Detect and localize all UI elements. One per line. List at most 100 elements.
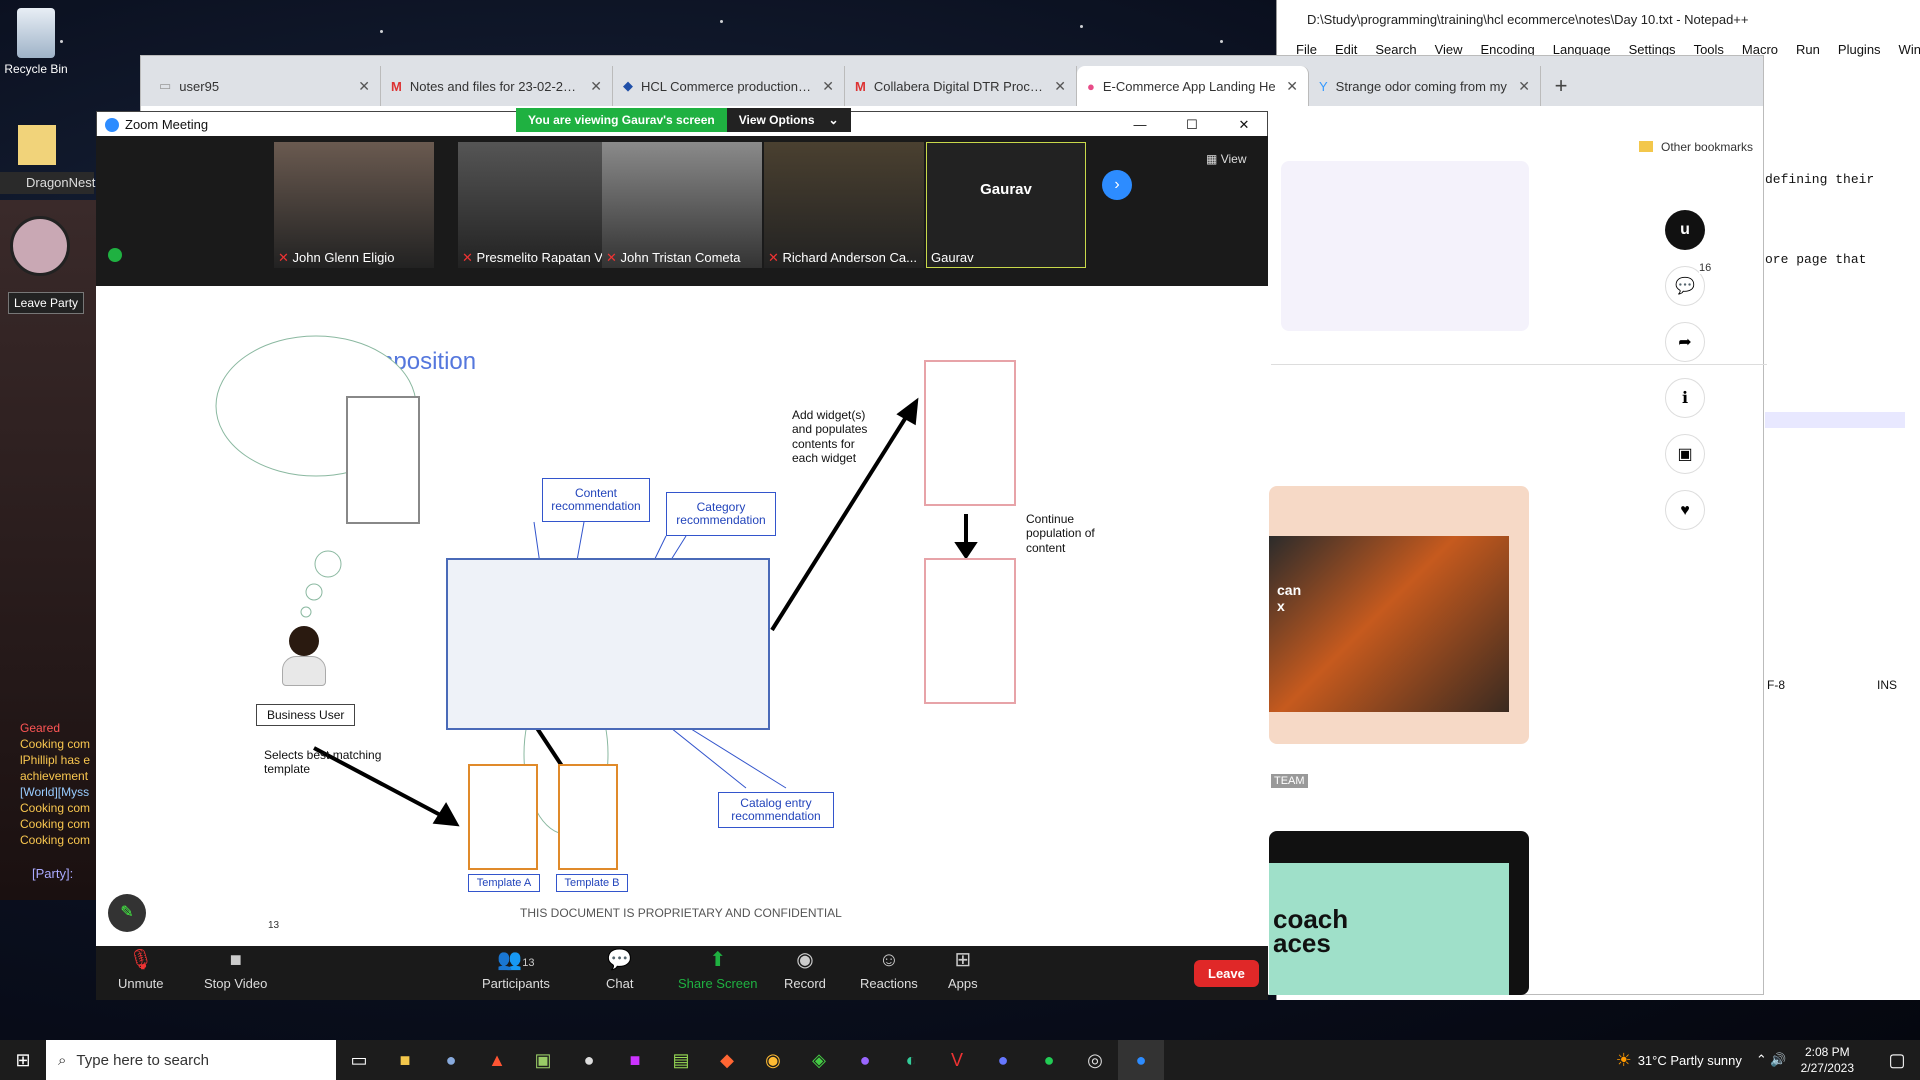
browser-tab-active[interactable]: ● E-Commerce App Landing He ✕ [1077, 66, 1309, 106]
participant-name: John Glenn Eligio [292, 250, 395, 265]
annotate-pen-button[interactable]: ✎ [108, 894, 146, 932]
business-user-label: Business User [256, 704, 356, 726]
apps-icon: ⊞ [954, 949, 972, 971]
chat-line: lPhillipl has e [20, 753, 91, 767]
dragonnest-tab[interactable]: DragonNest [0, 172, 95, 194]
participant-tile[interactable]: ✕ Presmelito Rapatan V... [458, 142, 618, 268]
app-icon[interactable]: ● [428, 1040, 474, 1080]
windows-start-icon[interactable]: ⊞ [0, 1040, 46, 1080]
close-icon[interactable]: ✕ [1286, 78, 1298, 95]
browser-tab[interactable]: M Collabera Digital DTR Process ✕ [845, 66, 1077, 106]
participant-name: Richard Anderson Ca... [782, 250, 917, 265]
close-icon[interactable]: ✕ [1054, 78, 1066, 95]
taskbar-search[interactable]: ⌕ Type here to search [46, 1040, 336, 1080]
annotation-count: 13 [268, 920, 280, 931]
apps-button[interactable]: ⊞ Apps [948, 948, 978, 991]
status-ins: INS [1877, 678, 1898, 692]
app-icon[interactable]: ● [566, 1040, 612, 1080]
game-overlay: Leave Party Geared Cooking com lPhillipl… [0, 200, 96, 900]
file-explorer-icon[interactable]: ■ [382, 1040, 428, 1080]
browser-tab[interactable]: ▭ user95 ✕ [149, 66, 381, 106]
heart-icon[interactable]: ♥ [1665, 490, 1705, 530]
discord-icon[interactable]: ● [980, 1040, 1026, 1080]
shared-slide: Page Composition Business User Selects b… [96, 286, 1268, 946]
leave-button[interactable]: Leave [1194, 960, 1259, 987]
close-icon[interactable]: ✕ [822, 78, 834, 95]
info-icon[interactable]: ℹ [1665, 378, 1705, 418]
menu-plugins[interactable]: Plugins [1829, 42, 1890, 57]
participant-tile[interactable]: ✕ John Glenn Eligio [274, 142, 434, 268]
maximize-icon[interactable]: ☐ [1169, 117, 1215, 133]
share-icon[interactable]: ➦ [1665, 322, 1705, 362]
viber-icon[interactable]: ● [842, 1040, 888, 1080]
zoom-icon[interactable]: ● [1118, 1040, 1164, 1080]
notification-icon[interactable]: ▢ [1874, 1040, 1920, 1080]
obs-icon[interactable]: ◎ [1072, 1040, 1118, 1080]
tab-title: Strange odor coming from my [1335, 78, 1507, 94]
close-icon[interactable]: ✕ [1221, 117, 1267, 133]
next-page-button[interactable]: › [1102, 170, 1132, 200]
close-icon[interactable]: ✕ [590, 78, 602, 95]
muted-mic-icon: ✕ [462, 250, 473, 265]
close-icon[interactable]: ✕ [1518, 78, 1530, 95]
chat-button[interactable]: 💬 Chat [606, 948, 633, 991]
other-bookmarks[interactable]: Other bookmarks [1661, 140, 1753, 154]
chat-line: Cooking com [20, 801, 91, 815]
collection-icon[interactable]: ▣ [1665, 434, 1705, 474]
browser-tab[interactable]: M Notes and files for 23-02-2023 ✕ [381, 66, 613, 106]
participants-label: Participants [482, 976, 550, 991]
shot-preview[interactable] [1281, 161, 1529, 331]
figma-icon[interactable]: ◆ [704, 1040, 750, 1080]
weather-text[interactable]: 31°C Partly sunny [1638, 1053, 1742, 1068]
notepadpp-icon[interactable]: ▤ [658, 1040, 704, 1080]
folder-icon[interactable] [18, 125, 56, 165]
menu-run[interactable]: Run [1787, 42, 1829, 57]
close-icon[interactable]: ✕ [358, 78, 370, 95]
template-b-label: Template B [556, 874, 628, 892]
photos-icon[interactable]: ▣ [520, 1040, 566, 1080]
chrome-icon[interactable]: ◉ [750, 1040, 796, 1080]
coach-shot[interactable]: coach aces [1269, 831, 1529, 995]
unmute-button[interactable]: 🎙 Unmute [118, 948, 164, 991]
participant-tile-active[interactable]: Gaurav Gaurav [926, 142, 1086, 268]
menu-window[interactable]: Window [1890, 42, 1920, 57]
participant-tile[interactable]: ✕ Richard Anderson Ca... [764, 142, 924, 268]
record-label: Record [784, 976, 826, 991]
chat-line: Cooking com [20, 737, 91, 751]
template-a-thumb [468, 764, 538, 870]
reactions-label: Reactions [860, 976, 918, 991]
edge-icon[interactable]: ◐ [888, 1040, 934, 1080]
new-tab-button[interactable]: + [1541, 66, 1581, 106]
clock[interactable]: 2:08 PM 2/27/2023 [1801, 1044, 1854, 1076]
brave-icon[interactable]: ▲ [474, 1040, 520, 1080]
recycle-bin[interactable]: Recycle Bin [4, 8, 68, 76]
participant-name: Gaurav [931, 250, 974, 265]
browser-tab[interactable]: Y Strange odor coming from my ✕ [1309, 66, 1541, 106]
chat-label: Chat [606, 976, 634, 991]
intellij-icon[interactable]: ■ [612, 1040, 658, 1080]
participant-count: 13 [522, 957, 535, 969]
leave-party-button[interactable]: Leave Party [8, 292, 85, 314]
stop-video-button[interactable]: ■ Stop Video [204, 948, 267, 991]
participant-tile[interactable]: ✕ John Tristan Cometa [602, 142, 762, 268]
minimize-icon[interactable]: — [1117, 117, 1163, 132]
task-view-icon[interactable]: ▭ [336, 1040, 382, 1080]
app-icon[interactable]: ◈ [796, 1040, 842, 1080]
vivaldi-icon[interactable]: V [934, 1040, 980, 1080]
muted-mic-icon: 🎙 [128, 949, 154, 971]
editor-line: defining their [1765, 172, 1875, 187]
reactions-button[interactable]: ☺ Reactions [860, 948, 918, 991]
chat-line: [World][Myss [20, 785, 90, 799]
fox-shot[interactable]: can x [1269, 486, 1529, 744]
browser-tab[interactable]: ◆ HCL Commerce production en ✕ [613, 66, 845, 106]
tray-icons[interactable]: ⌃ 🔊 [1756, 1052, 1787, 1068]
view-options-button[interactable]: View Options ⌄ [726, 108, 851, 132]
participants-button[interactable]: 👥13 Participants [482, 948, 550, 991]
record-button[interactable]: ◉ Record [784, 948, 826, 991]
share-screen-button[interactable]: ⬆ Share Screen [678, 948, 758, 991]
whatsapp-icon[interactable]: ● [1026, 1040, 1072, 1080]
view-button[interactable]: ▦ View [1206, 152, 1246, 166]
participant-name: John Tristan Cometa [620, 250, 741, 265]
template-b-thumb [558, 764, 618, 870]
designer-avatar[interactable]: u [1665, 210, 1705, 250]
